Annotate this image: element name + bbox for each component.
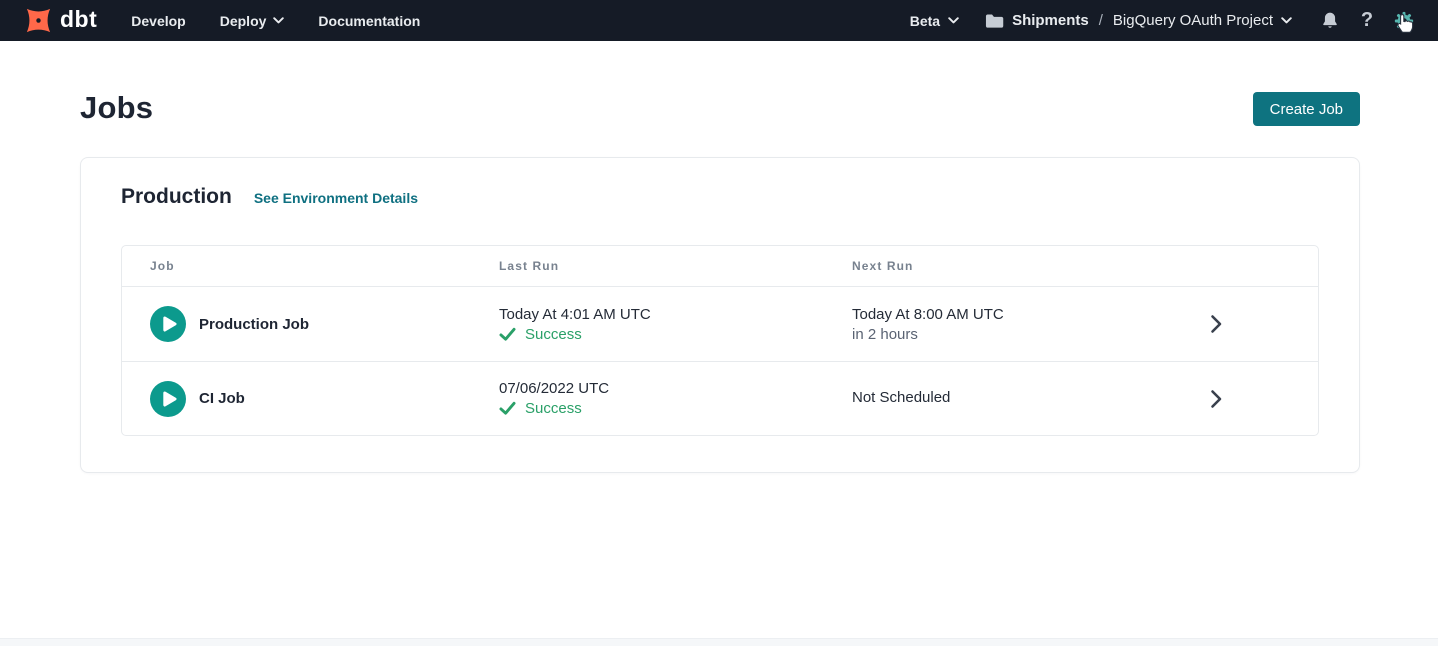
next-run-cell: Not Scheduled — [852, 389, 1174, 409]
chevron-down-icon — [1281, 17, 1292, 24]
next-run-relative: in 2 hours — [852, 326, 1174, 343]
job-cell: Production Job — [150, 306, 499, 342]
settings-button[interactable] — [1392, 9, 1416, 33]
notifications-button[interactable] — [1318, 9, 1342, 33]
table-row-production-job[interactable]: Production Job Today At 4:01 AM UTC Succ… — [122, 287, 1318, 361]
dbt-logo-text: dbt — [60, 8, 97, 34]
bottom-scroll-strip — [0, 638, 1438, 646]
chevron-down-icon — [273, 17, 284, 24]
environment-name: Production — [121, 185, 232, 209]
chevron-down-icon — [948, 17, 959, 24]
nav-item-label: Develop — [131, 13, 185, 29]
job-name: Production Job — [199, 316, 309, 333]
job-cell: CI Job — [150, 381, 499, 417]
project-name: BigQuery OAuth Project — [1113, 12, 1273, 29]
navbar-utility-icons: ? — [1318, 9, 1416, 33]
run-job-play-button[interactable] — [150, 381, 186, 417]
dbt-logo[interactable]: dbt — [24, 6, 97, 35]
dbt-logo-icon — [24, 6, 53, 35]
status-badge: Success — [525, 326, 582, 343]
gear-icon — [1393, 10, 1415, 32]
last-run-time: 07/06/2022 UTC — [499, 380, 852, 397]
page-header: Jobs Create Job — [0, 41, 1438, 126]
help-button[interactable]: ? — [1355, 9, 1379, 33]
breadcrumb-separator: / — [1097, 12, 1105, 29]
nav-item-deploy[interactable]: Deploy — [220, 13, 285, 29]
chevron-right-icon — [1210, 314, 1222, 334]
bell-icon — [1320, 10, 1340, 31]
nav-item-label: Deploy — [220, 13, 267, 29]
row-chevron[interactable] — [1174, 314, 1318, 334]
next-run-time: Not Scheduled — [852, 389, 1174, 406]
navbar-right: Beta Shipments / BigQuery OAuth Project — [910, 9, 1416, 33]
last-run-time: Today At 4:01 AM UTC — [499, 306, 852, 323]
nav-item-develop[interactable]: Develop — [131, 13, 185, 29]
column-header-last-run: Last Run — [499, 259, 852, 273]
last-run-cell: 07/06/2022 UTC Success — [499, 380, 852, 417]
jobs-table-header-row: Job Last Run Next Run — [122, 246, 1318, 287]
status-badge: Success — [525, 400, 582, 417]
run-job-play-button[interactable] — [150, 306, 186, 342]
beta-label: Beta — [910, 13, 940, 29]
account-name: Shipments — [1012, 12, 1089, 29]
next-run-cell: Today At 8:00 AM UTC in 2 hours — [852, 306, 1174, 343]
column-header-job: Job — [150, 259, 499, 273]
chevron-right-icon — [1210, 389, 1222, 409]
last-run-cell: Today At 4:01 AM UTC Success — [499, 306, 852, 343]
folder-icon — [985, 13, 1004, 29]
nav-item-documentation[interactable]: Documentation — [318, 13, 420, 29]
success-check-icon — [499, 401, 516, 416]
next-run-time: Today At 8:00 AM UTC — [852, 306, 1174, 323]
row-chevron[interactable] — [1174, 389, 1318, 409]
environment-card-header: Production See Environment Details — [121, 185, 1319, 209]
beta-dropdown[interactable]: Beta — [910, 13, 959, 29]
primary-nav: Develop Deploy Documentation — [131, 13, 420, 29]
table-row-ci-job[interactable]: CI Job 07/06/2022 UTC Success Not Schedu… — [122, 361, 1318, 435]
page-title: Jobs — [80, 90, 153, 126]
jobs-table: Job Last Run Next Run Production Job Tod… — [121, 245, 1319, 436]
project-switcher[interactable]: Shipments / BigQuery OAuth Project — [985, 12, 1292, 29]
job-name: CI Job — [199, 390, 245, 407]
environment-card: Production See Environment Details Job L… — [80, 157, 1360, 473]
nav-item-label: Documentation — [318, 13, 420, 29]
question-mark-icon: ? — [1361, 9, 1373, 32]
create-job-button[interactable]: Create Job — [1253, 92, 1360, 126]
see-environment-details-link[interactable]: See Environment Details — [254, 190, 418, 206]
top-navbar: dbt Develop Deploy Documentation Beta — [0, 0, 1438, 41]
success-check-icon — [499, 327, 516, 342]
column-header-next-run: Next Run — [852, 259, 1174, 273]
